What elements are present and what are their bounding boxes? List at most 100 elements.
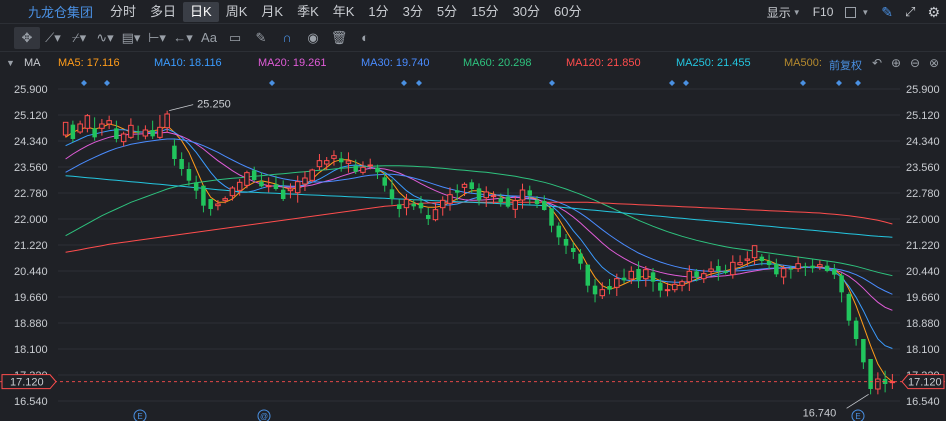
y-tick-label-left: 20.440 <box>14 266 48 278</box>
candle-body-up <box>287 188 294 192</box>
current-price-label-right: 17.120 <box>908 377 942 389</box>
candle-body-up <box>294 181 301 194</box>
display-dropdown[interactable]: 显示 ▼ <box>761 4 807 21</box>
candle-body-up <box>483 191 490 199</box>
high-annotation-line <box>169 104 194 112</box>
y-tick-label-left: 24.340 <box>14 136 48 148</box>
toggle-icon[interactable]: ◐ <box>352 27 378 49</box>
event-dot-icon <box>401 80 407 86</box>
candle-body-down <box>338 158 344 163</box>
candle-body-up <box>77 123 83 133</box>
candle-body-up <box>84 115 91 129</box>
kline-chart[interactable]: 25.900 25.900 25.120 25.120 24.340 24.340 23.5… <box>0 74 946 421</box>
candle-body-down <box>92 128 97 138</box>
candle-body-down <box>585 264 591 286</box>
pen-icon[interactable]: ✎ <box>875 4 899 21</box>
ma-indicator-label[interactable]: MA <box>24 57 41 69</box>
ma10-label: MA10: 18.116 <box>154 57 222 69</box>
y-tick-label-right: 22.780 <box>906 188 940 200</box>
y-tick-label-left: 25.900 <box>14 84 48 96</box>
collapse-icon[interactable]: ▼ <box>6 58 15 68</box>
period-tab[interactable]: 周K <box>219 2 255 22</box>
undo-icon[interactable]: ↶ <box>869 55 885 71</box>
candle-body-down <box>571 248 576 252</box>
magnet-icon[interactable]: ∩ <box>274 27 300 49</box>
candle-body-down <box>273 184 279 189</box>
candle-body-down <box>193 182 199 191</box>
line-icon[interactable]: ⟋▾ <box>40 27 66 49</box>
candle-body-up <box>875 378 881 390</box>
eye-icon[interactable]: ◉ <box>300 27 326 49</box>
close-icon[interactable]: ⊗ <box>926 55 942 71</box>
pen-icon[interactable]: ✎ <box>248 27 274 49</box>
candle-body-down <box>607 286 612 290</box>
ma250-label: MA250: 21.455 <box>676 57 751 69</box>
ray-icon[interactable]: ⌿▾ <box>66 27 92 49</box>
remove-icon[interactable]: ⊖ <box>907 55 923 71</box>
event-dot-icon <box>104 80 110 86</box>
crosshair-icon[interactable]: ✥ <box>14 26 40 49</box>
comment-icon[interactable]: ▭ <box>222 27 248 49</box>
candle-body-down <box>549 208 554 226</box>
period-tab[interactable]: 15分 <box>464 2 505 22</box>
y-tick-label-left: 18.880 <box>14 318 48 330</box>
candle-body-up <box>244 172 250 186</box>
candle-body-down <box>469 182 474 189</box>
period-tab[interactable]: 年K <box>326 2 362 22</box>
stock-name[interactable]: 九龙仓集团 <box>0 2 103 21</box>
y-tick-label-right: 25.900 <box>906 84 940 96</box>
period-tab[interactable]: 60分 <box>547 2 588 22</box>
candle-body-down <box>578 253 583 264</box>
candle-body-up <box>316 160 323 168</box>
period-tab[interactable]: 30分 <box>506 2 547 22</box>
candle-body-down <box>251 170 257 180</box>
chevron-down-icon: ▼ <box>792 7 801 17</box>
candle-body-up <box>686 270 693 283</box>
event-dot-icon <box>549 80 555 86</box>
period-tab[interactable]: 月K <box>254 2 290 22</box>
period-tab[interactable]: 1分 <box>361 2 395 22</box>
drawing-toolbar: ✥ ⟋▾ ⌿▾ ∿▾ ▤▾ ⊢▾ ←▾ Aa ▭ ✎ ∩ ◉ 🗑 ◐ <box>0 24 946 52</box>
candle-body-up <box>447 194 453 204</box>
ma30-label: MA30: 19.740 <box>361 57 430 69</box>
candle-body-down <box>389 189 395 199</box>
period-tab[interactable]: 季K <box>290 2 326 22</box>
fuquan-dropdown[interactable]: 前复权 <box>829 57 862 73</box>
candle-body-down <box>375 167 380 173</box>
back-arrow-icon[interactable]: ←▾ <box>170 27 196 49</box>
gear-icon[interactable]: ⚙ <box>921 4 946 21</box>
y-tick-label-right: 25.120 <box>906 110 940 122</box>
candle-body-down <box>716 266 721 271</box>
period-tab[interactable]: 5分 <box>430 2 464 22</box>
candle-body-down <box>621 277 627 281</box>
ma500-label: MA500: <box>784 57 822 69</box>
text-icon[interactable]: Aa <box>196 27 222 49</box>
period-tab-active[interactable]: 日K <box>183 1 219 22</box>
candle-body-down <box>694 271 699 278</box>
candle-body-up <box>672 283 678 291</box>
checkbox-dropdown[interactable]: ▼ <box>839 6 875 18</box>
candle-body-up <box>439 199 446 209</box>
candle-body-up <box>730 261 736 276</box>
period-tab[interactable]: 3分 <box>396 2 430 22</box>
y-tick-label-right: 24.340 <box>906 136 940 148</box>
expand-icon[interactable]: ⤢ <box>899 4 921 20</box>
candle-body-down <box>280 189 286 199</box>
range-icon[interactable]: ⊢▾ <box>144 27 170 49</box>
period-tab[interactable]: 分时 <box>103 2 143 22</box>
candle-body-down <box>650 272 656 282</box>
candle-body-down <box>759 256 765 261</box>
event-dot-icon <box>81 80 87 86</box>
f10-button[interactable]: F10 <box>807 5 840 19</box>
candle-body-down <box>135 131 141 133</box>
candle-body-up <box>432 209 439 221</box>
wave-icon[interactable]: ∿▾ <box>92 27 118 49</box>
period-tab[interactable]: 多日 <box>143 2 183 22</box>
event-dot-icon <box>855 80 861 86</box>
ma5-label: MA5: 17.116 <box>58 57 120 69</box>
ruler-icon[interactable]: ▤▾ <box>118 27 144 49</box>
candle-body-up <box>142 129 149 137</box>
candle-body-up <box>331 155 337 159</box>
add-icon[interactable]: ⊕ <box>888 55 904 71</box>
trash-icon[interactable]: 🗑 <box>326 27 352 49</box>
